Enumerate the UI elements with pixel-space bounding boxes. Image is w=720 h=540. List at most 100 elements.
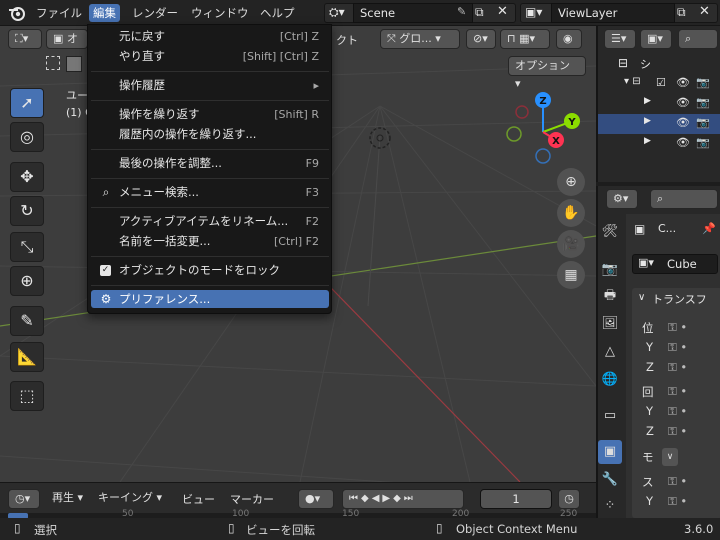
menu-window[interactable]: ウィンドウ: [187, 4, 253, 22]
pivot-point-dropdown[interactable]: ⊘▾: [466, 29, 496, 49]
keyframe-type-dropdown[interactable]: ●▾: [298, 489, 334, 509]
options-dropdown[interactable]: オプション ▾: [508, 56, 586, 90]
menu-item-undo-history[interactable]: 操作履歴 ▸: [91, 76, 329, 95]
pan-view-icon[interactable]: ✋: [557, 199, 585, 227]
status-context-label: Object Context Menu: [456, 522, 578, 536]
blender-logo-icon[interactable]: [8, 4, 26, 22]
select-box-tool[interactable]: ➚: [10, 88, 44, 118]
add-menu-fragment[interactable]: クト: [336, 32, 358, 48]
tool-tab-icon[interactable]: 🛠: [598, 220, 622, 244]
keying-menu[interactable]: キーイング ▾: [92, 489, 170, 509]
cursor-tool[interactable]: ◎: [10, 122, 44, 152]
checkbox-checked-icon[interactable]: ✓: [100, 265, 111, 276]
scale-tool[interactable]: ⤡: [10, 232, 44, 262]
location-x-row[interactable]: 位 ⚿ •: [634, 320, 720, 338]
object-mode-dropdown[interactable]: ▣ オ: [46, 29, 88, 49]
outliner-row-selected[interactable]: ▶ 👁 📷: [598, 114, 720, 134]
submenu-arrow-icon: ▸: [313, 79, 319, 92]
menu-edit[interactable]: 編集: [89, 4, 120, 22]
include-checkbox-icon: ☑: [656, 76, 666, 89]
editor-type-button[interactable]: ⛶▾: [8, 29, 42, 49]
scale-y-row[interactable]: Y ⚿ •: [634, 494, 720, 512]
menu-render[interactable]: レンダー: [128, 4, 182, 22]
modifier-tab-icon[interactable]: 🔧: [598, 468, 622, 492]
outliner-search[interactable]: ⌕: [678, 29, 718, 49]
transform-tool[interactable]: ⊕: [10, 266, 44, 296]
scene-tab-icon[interactable]: △: [598, 340, 622, 364]
menu-item-adjust-last[interactable]: 最後の操作を調整... F9: [91, 154, 329, 173]
new-viewlayer-icon[interactable]: ⧉: [677, 5, 686, 20]
outliner-editor-type-button[interactable]: ☰▾: [604, 29, 636, 49]
menu-help[interactable]: ヘルプ: [256, 4, 299, 22]
delete-scene-icon[interactable]: ✕: [497, 4, 508, 19]
pin-icon[interactable]: ✎: [457, 5, 466, 18]
navigation-gizmo[interactable]: Z Y X: [500, 88, 590, 168]
menu-item-repeat-last[interactable]: 操作を繰り返す [Shift] R: [91, 105, 329, 124]
select-box-mode-icon[interactable]: [46, 56, 60, 70]
menu-item-batch-rename[interactable]: 名前を一括変更... [Ctrl] F2: [91, 232, 329, 251]
scene-collection-icon: ⊟: [618, 56, 629, 70]
world-tab-icon[interactable]: 🌐: [598, 368, 622, 392]
outliner-row[interactable]: ▶ 👁 📷: [598, 94, 720, 114]
pin-icon[interactable]: 📌: [702, 222, 716, 235]
rotation-y-row[interactable]: Y ⚿ •: [634, 404, 720, 422]
perspective-toggle-icon[interactable]: ▦: [557, 261, 585, 289]
menu-separator: [91, 149, 329, 150]
menu-item-rename-active[interactable]: アクティブアイテムをリネーム... F2: [91, 212, 329, 231]
camera-view-icon[interactable]: 🎥: [557, 230, 585, 258]
particles-tab-icon[interactable]: ⁘: [598, 494, 622, 518]
visibility-eye-icon: 👁: [676, 76, 690, 89]
menu-item-preferences[interactable]: ⚙ プリファレンス...: [91, 290, 329, 308]
rotation-z-row[interactable]: Z ⚿ •: [634, 424, 720, 442]
view-menu[interactable]: ビュー: [182, 491, 215, 507]
auto-keying-icon[interactable]: ◷: [558, 489, 580, 509]
menu-item-lock-object-modes[interactable]: ✓ オブジェクトのモードをロック: [91, 261, 329, 280]
output-tab-icon[interactable]: 🖶: [598, 284, 622, 308]
scene-icon[interactable]: ⛭▾: [329, 5, 345, 20]
menu-item-redo[interactable]: やり直す [Shift] [Ctrl] Z: [91, 47, 329, 66]
menu-item-menu-search[interactable]: ⌕ メニュー検索... F3: [91, 183, 329, 202]
viewlayer-name-field[interactable]: ViewLayer: [551, 3, 675, 23]
timeline-editor-type-button[interactable]: ◷▾: [8, 489, 40, 509]
panel-collapse-icon[interactable]: ∨: [638, 292, 645, 303]
object-tab-icon[interactable]: ▣: [598, 440, 622, 464]
menu-file[interactable]: ファイル: [32, 4, 86, 22]
select-mode-extend-icon[interactable]: [66, 56, 82, 72]
proportional-edit-button[interactable]: ◉: [556, 29, 582, 49]
new-scene-icon[interactable]: ⧉: [475, 5, 484, 20]
playback-menu[interactable]: 再生 ▾: [46, 489, 92, 509]
scene-name-field[interactable]: Scene: [353, 3, 473, 23]
object-type-icon[interactable]: ▣▾: [638, 256, 654, 269]
render-tab-icon[interactable]: 📷: [598, 258, 622, 282]
outliner-root-label[interactable]: シ: [640, 56, 651, 72]
delete-viewlayer-icon[interactable]: ✕: [699, 4, 710, 19]
view-layer-tab-icon[interactable]: 🖼: [598, 312, 622, 336]
rotation-mode-row[interactable]: モ ∨: [634, 448, 720, 467]
outliner-row[interactable]: ▾ ⊟ ☑ 👁 📷: [598, 74, 720, 94]
marker-menu[interactable]: マーカー: [230, 491, 274, 507]
transform-panel-title[interactable]: トランスフ: [652, 291, 707, 307]
menu-item-repeat-history[interactable]: 履歴内の操作を繰り返す...: [91, 125, 329, 144]
menu-item-undo[interactable]: 元に戻す [Ctrl] Z: [91, 27, 329, 46]
rotation-x-row[interactable]: 回 ⚿ •: [634, 384, 720, 402]
viewlayer-icon[interactable]: ▣▾: [525, 5, 542, 19]
measure-tool[interactable]: 📐: [10, 342, 44, 372]
zoom-view-icon[interactable]: ⊕: [557, 168, 585, 196]
location-z-row[interactable]: Z ⚿ •: [634, 360, 720, 378]
properties-editor-type-button[interactable]: ⚙▾: [606, 189, 638, 209]
snap-dropdown[interactable]: ⊓ ▦▾: [500, 29, 550, 49]
annotate-tool[interactable]: ✎: [10, 306, 44, 336]
rotate-tool[interactable]: ↻: [10, 196, 44, 226]
playback-controls[interactable]: ⏮◆◀▶◆⏭: [342, 489, 464, 509]
move-tool[interactable]: ✥: [10, 162, 44, 192]
search-icon: ⌕: [102, 185, 110, 199]
transform-orientation-dropdown[interactable]: ⤧ グロ... ▾: [380, 29, 460, 49]
outliner-row[interactable]: ▶ 👁 📷: [598, 134, 720, 154]
outliner-display-mode[interactable]: ▣▾: [640, 29, 672, 49]
scale-x-row[interactable]: ス ⚿ •: [634, 474, 720, 492]
add-cube-tool[interactable]: ⬚: [10, 381, 44, 411]
properties-search[interactable]: ⌕: [650, 189, 718, 209]
location-y-row[interactable]: Y ⚿ •: [634, 340, 720, 358]
collection-tab-icon[interactable]: ▭: [598, 404, 622, 428]
current-frame-field[interactable]: 1: [480, 489, 552, 509]
